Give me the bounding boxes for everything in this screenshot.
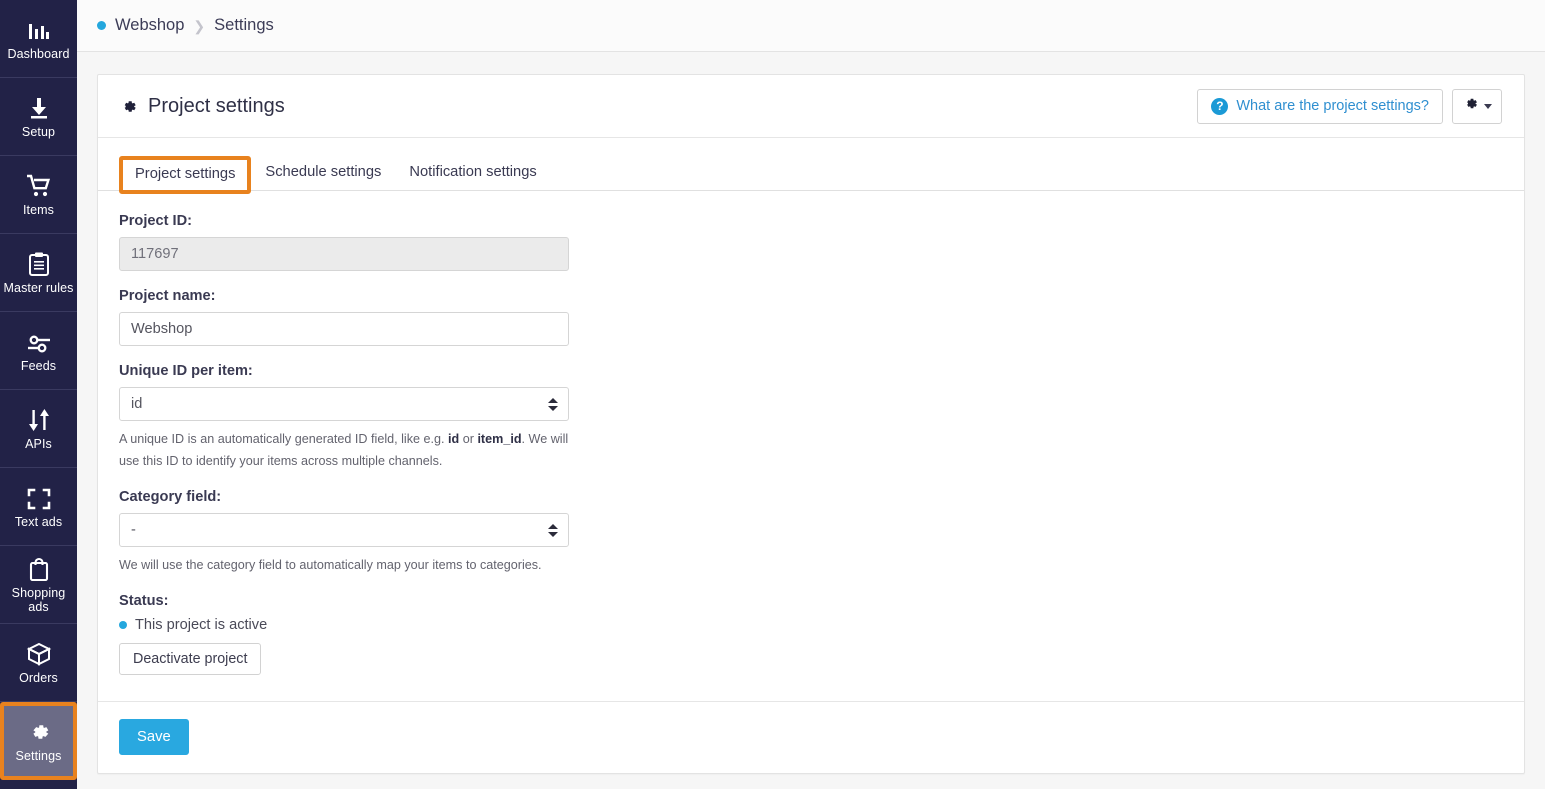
crop-frame-icon xyxy=(27,484,51,510)
sidebar-item-label: APIs xyxy=(25,436,52,451)
status-text: This project is active xyxy=(135,617,268,633)
sidebar-item-items[interactable]: Items xyxy=(0,156,77,234)
deactivate-project-button[interactable]: Deactivate project xyxy=(119,643,262,675)
field-project-id: Project ID: xyxy=(119,213,1503,271)
sidebar-item-master-rules[interactable]: Master rules xyxy=(0,234,77,312)
project-settings-panel: Project settings ? What are the project … xyxy=(97,74,1525,774)
panel-options-button[interactable] xyxy=(1452,88,1502,124)
project-id-input xyxy=(119,237,569,271)
save-button[interactable]: Save xyxy=(119,719,189,755)
tab-notification-settings[interactable]: Notification settings xyxy=(395,156,550,190)
chevron-right-icon: ❯ xyxy=(193,17,206,34)
tab-label: Project settings xyxy=(135,166,236,182)
app-root: Dashboard Setup Items Master rules Feeds xyxy=(0,0,1545,789)
panel-wrapper: Project settings ? What are the project … xyxy=(77,52,1545,774)
sidebar-item-label: Setup xyxy=(21,124,56,139)
sidebar-item-label: Text ads xyxy=(14,514,63,529)
project-id-label: Project ID: xyxy=(119,213,192,229)
box-icon xyxy=(26,640,52,666)
panel-header: Project settings ? What are the project … xyxy=(98,75,1524,138)
sidebar-nav: Dashboard Setup Items Master rules Feeds xyxy=(0,0,77,789)
project-settings-form: Project ID: Project name: Unique ID per … xyxy=(98,191,1524,701)
project-name-label: Project name: xyxy=(119,288,216,304)
tab-project-settings[interactable]: Project settings xyxy=(119,156,252,194)
gear-icon xyxy=(119,97,138,116)
gear-icon xyxy=(1462,95,1479,117)
sidebar-item-label: Items xyxy=(22,202,55,217)
sidebar-item-label: Shopping ads xyxy=(11,586,66,614)
help-mid: or xyxy=(459,432,478,446)
sidebar-item-label: Dashboard xyxy=(7,46,70,61)
download-icon xyxy=(27,94,51,120)
sidebar-item-shopping-ads[interactable]: Shopping ads xyxy=(0,546,77,624)
status-dot-icon xyxy=(97,21,106,30)
sidebar-item-label: Feeds xyxy=(20,358,57,373)
field-category: Category field: - We will use the catego… xyxy=(119,489,1503,576)
field-status: Status: This project is active Deactivat… xyxy=(119,593,1503,675)
page-title: Project settings xyxy=(119,95,285,118)
category-field-select[interactable]: - xyxy=(119,513,569,547)
settings-tabs: Project settings Schedule settings Notif… xyxy=(98,138,1524,194)
category-select-wrapper: - xyxy=(119,513,569,547)
sidebar-item-feeds[interactable]: Feeds xyxy=(0,312,77,390)
status-dot-icon xyxy=(119,621,127,629)
shopping-cart-icon xyxy=(26,172,52,198)
status-badge: This project is active xyxy=(119,617,1503,633)
sidebar-item-dashboard[interactable]: Dashboard xyxy=(0,0,77,78)
arrows-up-down-icon xyxy=(27,406,51,432)
panel-header-actions: ? What are the project settings? xyxy=(1197,88,1502,124)
tab-label: Notification settings xyxy=(409,164,537,180)
help-button-label: What are the project settings? xyxy=(1236,98,1429,114)
sidebar-item-settings[interactable]: Settings xyxy=(0,702,77,780)
what-are-project-settings-button[interactable]: ? What are the project settings? xyxy=(1197,88,1443,124)
tab-schedule-settings[interactable]: Schedule settings xyxy=(251,156,395,190)
panel-footer: Save xyxy=(98,701,1524,773)
sidebar-item-label: Master rules xyxy=(3,280,74,295)
bar-chart-icon xyxy=(27,16,51,42)
chevron-down-icon xyxy=(1484,103,1492,109)
sidebar-item-apis[interactable]: APIs xyxy=(0,390,77,468)
unique-id-help-text: A unique ID is an automatically generate… xyxy=(119,428,571,472)
unique-id-select-wrapper: id xyxy=(119,387,569,421)
panel-title-text: Project settings xyxy=(148,94,285,117)
help-bold-id: id xyxy=(448,432,460,446)
status-label: Status: xyxy=(119,593,169,609)
project-name-input[interactable] xyxy=(119,312,569,346)
clipboard-icon xyxy=(28,250,49,276)
sidebar-item-setup[interactable]: Setup xyxy=(0,78,77,156)
sliders-icon xyxy=(26,328,52,354)
field-unique-id: Unique ID per item: id A unique ID is an… xyxy=(119,363,1503,472)
sidebar-item-text-ads[interactable]: Text ads xyxy=(0,468,77,546)
help-prefix: A unique ID is an automatically generate… xyxy=(119,432,449,446)
breadcrumb-project-link[interactable]: Webshop xyxy=(115,16,184,35)
breadcrumb-current: Settings xyxy=(214,16,274,34)
sidebar-item-label: Settings xyxy=(15,749,62,764)
help-bold-item-id: item_id xyxy=(477,432,522,446)
tab-label: Schedule settings xyxy=(265,164,382,180)
unique-id-label: Unique ID per item: xyxy=(119,363,253,379)
category-help-text: We will use the category field to automa… xyxy=(119,558,542,572)
sidebar-item-label: Orders xyxy=(19,670,58,685)
sidebar-item-orders[interactable]: Orders xyxy=(0,624,77,702)
gear-icon xyxy=(27,718,51,744)
category-field-label: Category field: xyxy=(119,489,222,505)
shopping-bag-icon xyxy=(29,555,49,581)
field-project-name: Project name: xyxy=(119,288,1503,346)
question-circle-icon: ? xyxy=(1211,97,1229,115)
breadcrumb: Webshop ❯ Settings xyxy=(77,0,1545,52)
unique-id-select[interactable]: id xyxy=(119,387,569,421)
content-area: Webshop ❯ Settings Project settings ? Wh… xyxy=(77,0,1545,789)
